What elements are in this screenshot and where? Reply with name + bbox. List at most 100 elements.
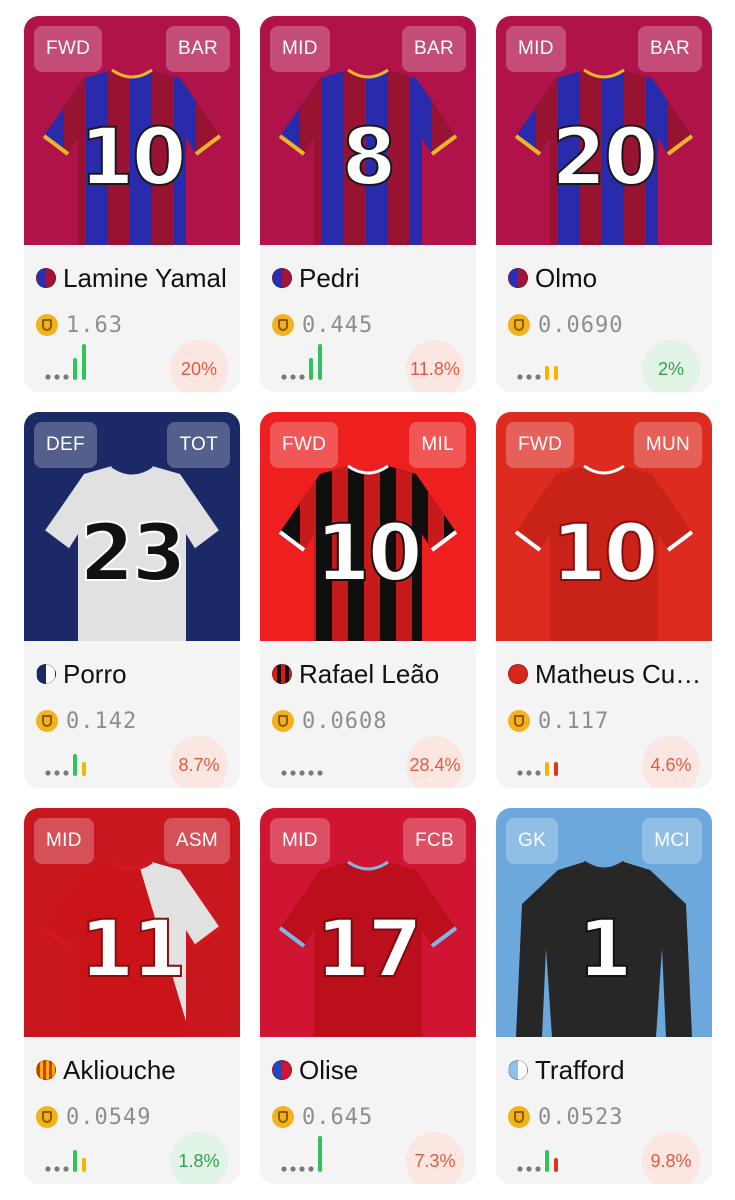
form-bar-4 (73, 1150, 77, 1172)
player-info: Olise 0.645 7.3% (260, 1037, 476, 1184)
form-indicator (516, 341, 576, 381)
price-row: 0.142 (36, 707, 137, 735)
player-info: Olmo 0.0690 2% (496, 245, 712, 392)
position-badge: FWD (270, 422, 339, 468)
form-bar-5 (554, 762, 558, 776)
coin-icon (36, 710, 58, 732)
form-bar-5 (317, 770, 323, 776)
player-name: Porro (63, 658, 127, 689)
player-card[interactable]: 20 MID BAR Olmo 0.0690 2% (496, 16, 712, 392)
player-card[interactable]: 17 MID FCB Olise 0.645 7.3% (260, 808, 476, 1184)
player-info: Pedri 0.445 11.8% (260, 245, 476, 392)
form-bar-4 (308, 770, 314, 776)
position-badge: DEF (34, 422, 97, 468)
form-indicator (280, 737, 340, 777)
player-card[interactable]: 11 MID ASM Akliouche 0.0549 1.8% (24, 808, 240, 1184)
form-indicator (44, 341, 104, 381)
team-badge: ASM (163, 818, 230, 864)
team-badge: MIL (409, 422, 466, 468)
position-badge: GK (506, 818, 559, 864)
form-bar-2 (54, 374, 60, 380)
coin-icon (272, 314, 294, 336)
change-percent-badge: 11.8% (406, 340, 464, 392)
coin-icon (272, 1106, 294, 1128)
form-bar-1 (517, 1166, 523, 1172)
shirt-number: 17 (316, 905, 421, 995)
form-bar-1 (45, 1166, 51, 1172)
shirt-number: 10 (552, 509, 657, 599)
price-row: 0.445 (272, 311, 373, 339)
player-card-grid: 10 FWD BAR Lamine Yamal 1.63 20% 8 MID BAR Pedri 0… (24, 16, 712, 1186)
player-name: Lamine Yamal (63, 262, 227, 293)
player-card[interactable]: 10 FWD MIL Rafael Leão 0.0608 28.4% (260, 412, 476, 788)
price-row: 0.0690 (508, 311, 623, 339)
coin-icon (36, 314, 58, 336)
player-card[interactable]: 10 FWD BAR Lamine Yamal 1.63 20% (24, 16, 240, 392)
player-name: Rafael Leão (299, 658, 440, 689)
position-badge: MID (506, 26, 566, 72)
form-bar-5 (554, 1158, 558, 1172)
tottenham-crest-icon (36, 664, 56, 684)
form-bar-4 (73, 358, 77, 380)
form-bar-1 (517, 770, 523, 776)
form-bar-2 (290, 374, 296, 380)
player-card[interactable]: 10 FWD MUN Matheus Cunha 0.117 4.6% (496, 412, 712, 788)
form-bar-3 (299, 770, 305, 776)
player-info: Matheus Cunha 0.117 4.6% (496, 641, 712, 788)
form-bar-3 (535, 374, 541, 380)
form-bar-2 (526, 374, 532, 380)
change-percent-badge: 2% (642, 340, 700, 392)
player-info: Rafael Leão 0.0608 28.4% (260, 641, 476, 788)
player-name-row: Akliouche (36, 1053, 234, 1087)
shirt-number: 20 (552, 113, 657, 203)
form-bar-5 (554, 366, 558, 380)
form-bar-2 (290, 770, 296, 776)
form-bar-4 (308, 1166, 314, 1172)
shirt-number: 8 (342, 113, 394, 203)
coin-icon (36, 1106, 58, 1128)
player-card[interactable]: 8 MID BAR Pedri 0.445 11.8% (260, 16, 476, 392)
player-card[interactable]: 1 GK MCI Trafford 0.0523 9.8% (496, 808, 712, 1184)
form-indicator (516, 1133, 576, 1173)
player-name: Trafford (535, 1054, 625, 1085)
form-bar-5 (318, 1136, 322, 1172)
change-percent-badge: 4.6% (642, 736, 700, 788)
player-card[interactable]: 23 DEF TOT Porro 0.142 8.7% (24, 412, 240, 788)
position-badge: MID (34, 818, 94, 864)
form-bar-1 (517, 374, 523, 380)
team-badge: MUN (633, 422, 702, 468)
position-badge: MID (270, 818, 330, 864)
player-name-row: Lamine Yamal (36, 261, 234, 295)
player-price: 0.0608 (302, 708, 388, 734)
form-bar-3 (63, 374, 69, 380)
player-name-row: Rafael Leão (272, 657, 470, 691)
monaco-crest-icon (36, 1060, 56, 1080)
form-bar-2 (54, 770, 60, 776)
player-name: Matheus Cunha (535, 658, 706, 689)
form-bar-3 (535, 1166, 541, 1172)
player-info: Porro 0.142 8.7% (24, 641, 240, 788)
form-bar-2 (526, 1166, 532, 1172)
position-badge: FWD (34, 26, 103, 72)
shirt-number: 23 (80, 509, 185, 599)
form-bar-3 (63, 770, 69, 776)
price-row: 1.63 (36, 311, 123, 339)
coin-icon (272, 710, 294, 732)
player-price: 0.117 (538, 708, 610, 734)
form-indicator (44, 737, 104, 777)
form-bar-3 (63, 1166, 69, 1172)
price-row: 0.0549 (36, 1103, 151, 1131)
form-bar-4 (309, 358, 313, 380)
form-indicator (280, 341, 340, 381)
team-badge: BAR (638, 26, 702, 72)
player-price: 0.0690 (538, 312, 624, 338)
man-united-crest-icon (508, 664, 528, 684)
form-indicator (280, 1133, 340, 1173)
form-bar-2 (54, 1166, 60, 1172)
player-info: Lamine Yamal 1.63 20% (24, 245, 240, 392)
player-name-row: Porro (36, 657, 234, 691)
shirt-number: 10 (80, 113, 185, 203)
shirt-number: 1 (578, 905, 630, 995)
barcelona-crest-icon (272, 268, 292, 288)
shirt-number: 10 (316, 509, 421, 599)
